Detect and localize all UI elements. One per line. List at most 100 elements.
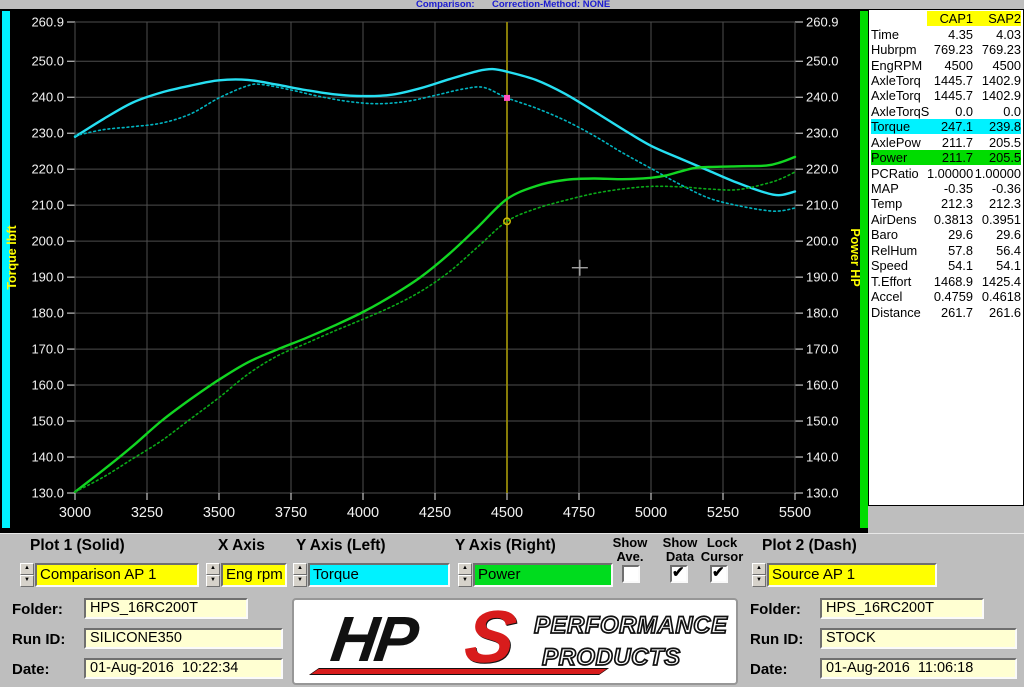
svg-text:3750: 3750: [275, 505, 307, 521]
table-row: MAP-0.35-0.36: [871, 181, 1021, 196]
table-row: AxleTorqS0.00.0: [871, 104, 1021, 119]
yright-spinner-down-icon[interactable]: ▼: [458, 575, 472, 587]
top-status-bar: Comparison: Correction-Method: NONE: [0, 0, 1024, 9]
svg-text:250.0: 250.0: [806, 54, 839, 69]
yright-select[interactable]: Power: [473, 563, 613, 587]
plot1-spinner[interactable]: ▲ ▼: [20, 563, 34, 587]
table-row: Speed54.154.1: [871, 258, 1021, 273]
svg-text:130.0: 130.0: [806, 486, 839, 501]
plot1-spinner-down-icon[interactable]: ▼: [20, 575, 34, 587]
dyno-app-window: Comparison: Correction-Method: NONE 260.…: [0, 0, 1024, 687]
svg-text:200.0: 200.0: [806, 234, 839, 249]
xaxis-spinner[interactable]: ▲ ▼: [206, 563, 220, 587]
svg-text:210.0: 210.0: [31, 198, 64, 213]
show-data-checkbox[interactable]: ✔: [670, 565, 688, 583]
data-table-rows: Time4.354.03Hubrpm769.23769.23EngRPM4500…: [871, 26, 1021, 319]
dyno-plot-svg[interactable]: 260.9260.9250.0250.0240.0240.0230.0230.0…: [0, 9, 868, 533]
yright-combo-group: ▲ ▼ Power: [458, 563, 613, 587]
svg-text:5000: 5000: [635, 505, 667, 521]
yright-spinner[interactable]: ▲ ▼: [458, 563, 472, 587]
yleft-combo-group: ▲ ▼ Torque: [293, 563, 450, 587]
svg-text:160.0: 160.0: [806, 378, 839, 393]
date-left-label: Date:: [12, 661, 50, 678]
runid-left-field[interactable]: SILICONE350: [84, 628, 283, 649]
xaxis-select[interactable]: Eng rpm: [221, 563, 287, 587]
svg-text:3000: 3000: [59, 505, 91, 521]
svg-text:190.0: 190.0: [31, 270, 64, 285]
table-row: Accel0.47590.4618: [871, 289, 1021, 304]
plot1-label: Plot 1 (Solid): [30, 537, 125, 555]
svg-text:200.0: 200.0: [31, 234, 64, 249]
svg-text:210.0: 210.0: [806, 198, 839, 213]
svg-text:190.0: 190.0: [806, 270, 839, 285]
hps-logo-products-text: PRODUCTS: [542, 644, 681, 672]
yleft-select[interactable]: Torque: [308, 563, 450, 587]
column-header-sap2: SAP2: [973, 11, 1021, 26]
svg-text:260.9: 260.9: [31, 15, 64, 30]
svg-text:160.0: 160.0: [31, 378, 64, 393]
svg-text:Torque lbft: Torque lbft: [5, 224, 19, 289]
svg-text:140.0: 140.0: [31, 450, 64, 465]
svg-text:170.0: 170.0: [806, 342, 839, 357]
yright-spinner-up-icon[interactable]: ▲: [458, 563, 472, 575]
svg-text:140.0: 140.0: [806, 450, 839, 465]
svg-text:260.9: 260.9: [806, 15, 839, 30]
plot1-select[interactable]: Comparison AP 1: [35, 563, 199, 587]
svg-text:4000: 4000: [347, 505, 379, 521]
date-right-field[interactable]: 01-Aug-2016 11:06:18: [820, 658, 1017, 679]
plot2-spinner-down-icon[interactable]: ▼: [752, 575, 766, 587]
svg-text:240.0: 240.0: [806, 90, 839, 105]
folder-left-label: Folder:: [12, 601, 63, 618]
hps-logo-s-text: S: [460, 598, 521, 679]
runid-right-field[interactable]: STOCK: [820, 628, 1017, 649]
plot2-spinner[interactable]: ▲ ▼: [752, 563, 766, 587]
table-row: Distance261.7261.6: [871, 304, 1021, 319]
svg-text:220.0: 220.0: [806, 162, 839, 177]
xaxis-spinner-up-icon[interactable]: ▲: [206, 563, 220, 575]
xaxis-spinner-down-icon[interactable]: ▼: [206, 575, 220, 587]
plot2-label: Plot 2 (Dash): [762, 537, 857, 555]
table-row: Baro29.629.6: [871, 227, 1021, 242]
svg-text:3500: 3500: [203, 505, 235, 521]
column-header-cap1: CAP1: [927, 11, 973, 26]
svg-text:240.0: 240.0: [31, 90, 64, 105]
yleft-label: Y Axis (Left): [296, 537, 386, 555]
svg-text:3250: 3250: [131, 505, 163, 521]
yleft-spinner-up-icon[interactable]: ▲: [293, 563, 307, 575]
table-row: RelHum57.856.4: [871, 243, 1021, 258]
lock-cursor-checkmark: ✔: [712, 564, 725, 581]
yleft-spinner-down-icon[interactable]: ▼: [293, 575, 307, 587]
table-row: AxleTorq1445.71402.9: [871, 73, 1021, 88]
table-row: Power211.7205.5: [871, 150, 1021, 165]
svg-text:5500: 5500: [779, 505, 811, 521]
table-row: PCRatio1.000001.00000: [871, 165, 1021, 180]
table-row: T.Effort1468.91425.4: [871, 273, 1021, 288]
svg-text:4250: 4250: [419, 505, 451, 521]
folder-right-label: Folder:: [750, 601, 801, 618]
hps-logo: HP S PERFORMANCE PRODUCTS: [292, 598, 738, 685]
svg-text:4750: 4750: [563, 505, 595, 521]
xaxis-label: X Axis: [218, 537, 265, 555]
show-ave-checkbox[interactable]: [622, 565, 640, 583]
table-row: Time4.354.03: [871, 26, 1021, 41]
lock-cursor-checkbox[interactable]: ✔: [710, 565, 728, 583]
yleft-spinner[interactable]: ▲ ▼: [293, 563, 307, 587]
table-header-row: CAP1 SAP2: [871, 11, 1021, 26]
plot2-select[interactable]: Source AP 1: [767, 563, 937, 587]
plot2-spinner-up-icon[interactable]: ▲: [752, 563, 766, 575]
hps-logo-performance-text: PERFORMANCE: [534, 612, 728, 640]
svg-text:180.0: 180.0: [31, 306, 64, 321]
svg-text:Power HP: Power HP: [848, 228, 862, 286]
folder-left-field[interactable]: HPS_16RC200T: [84, 598, 248, 619]
svg-text:230.0: 230.0: [806, 126, 839, 141]
plot1-spinner-up-icon[interactable]: ▲: [20, 563, 34, 575]
runid-left-label: Run ID:: [12, 631, 65, 648]
show-ave-label: Show Ave.: [602, 536, 658, 564]
folder-right-field[interactable]: HPS_16RC200T: [820, 598, 984, 619]
date-left-field[interactable]: 01-Aug-2016 10:22:34: [84, 658, 283, 679]
hps-logo-hp-text: HP: [327, 602, 420, 676]
svg-text:220.0: 220.0: [31, 162, 64, 177]
table-row: Hubrpm769.23769.23: [871, 42, 1021, 57]
show-data-checkmark: ✔: [672, 564, 685, 581]
dyno-chart-area[interactable]: 260.9260.9250.0250.0240.0240.0230.0230.0…: [0, 9, 868, 533]
